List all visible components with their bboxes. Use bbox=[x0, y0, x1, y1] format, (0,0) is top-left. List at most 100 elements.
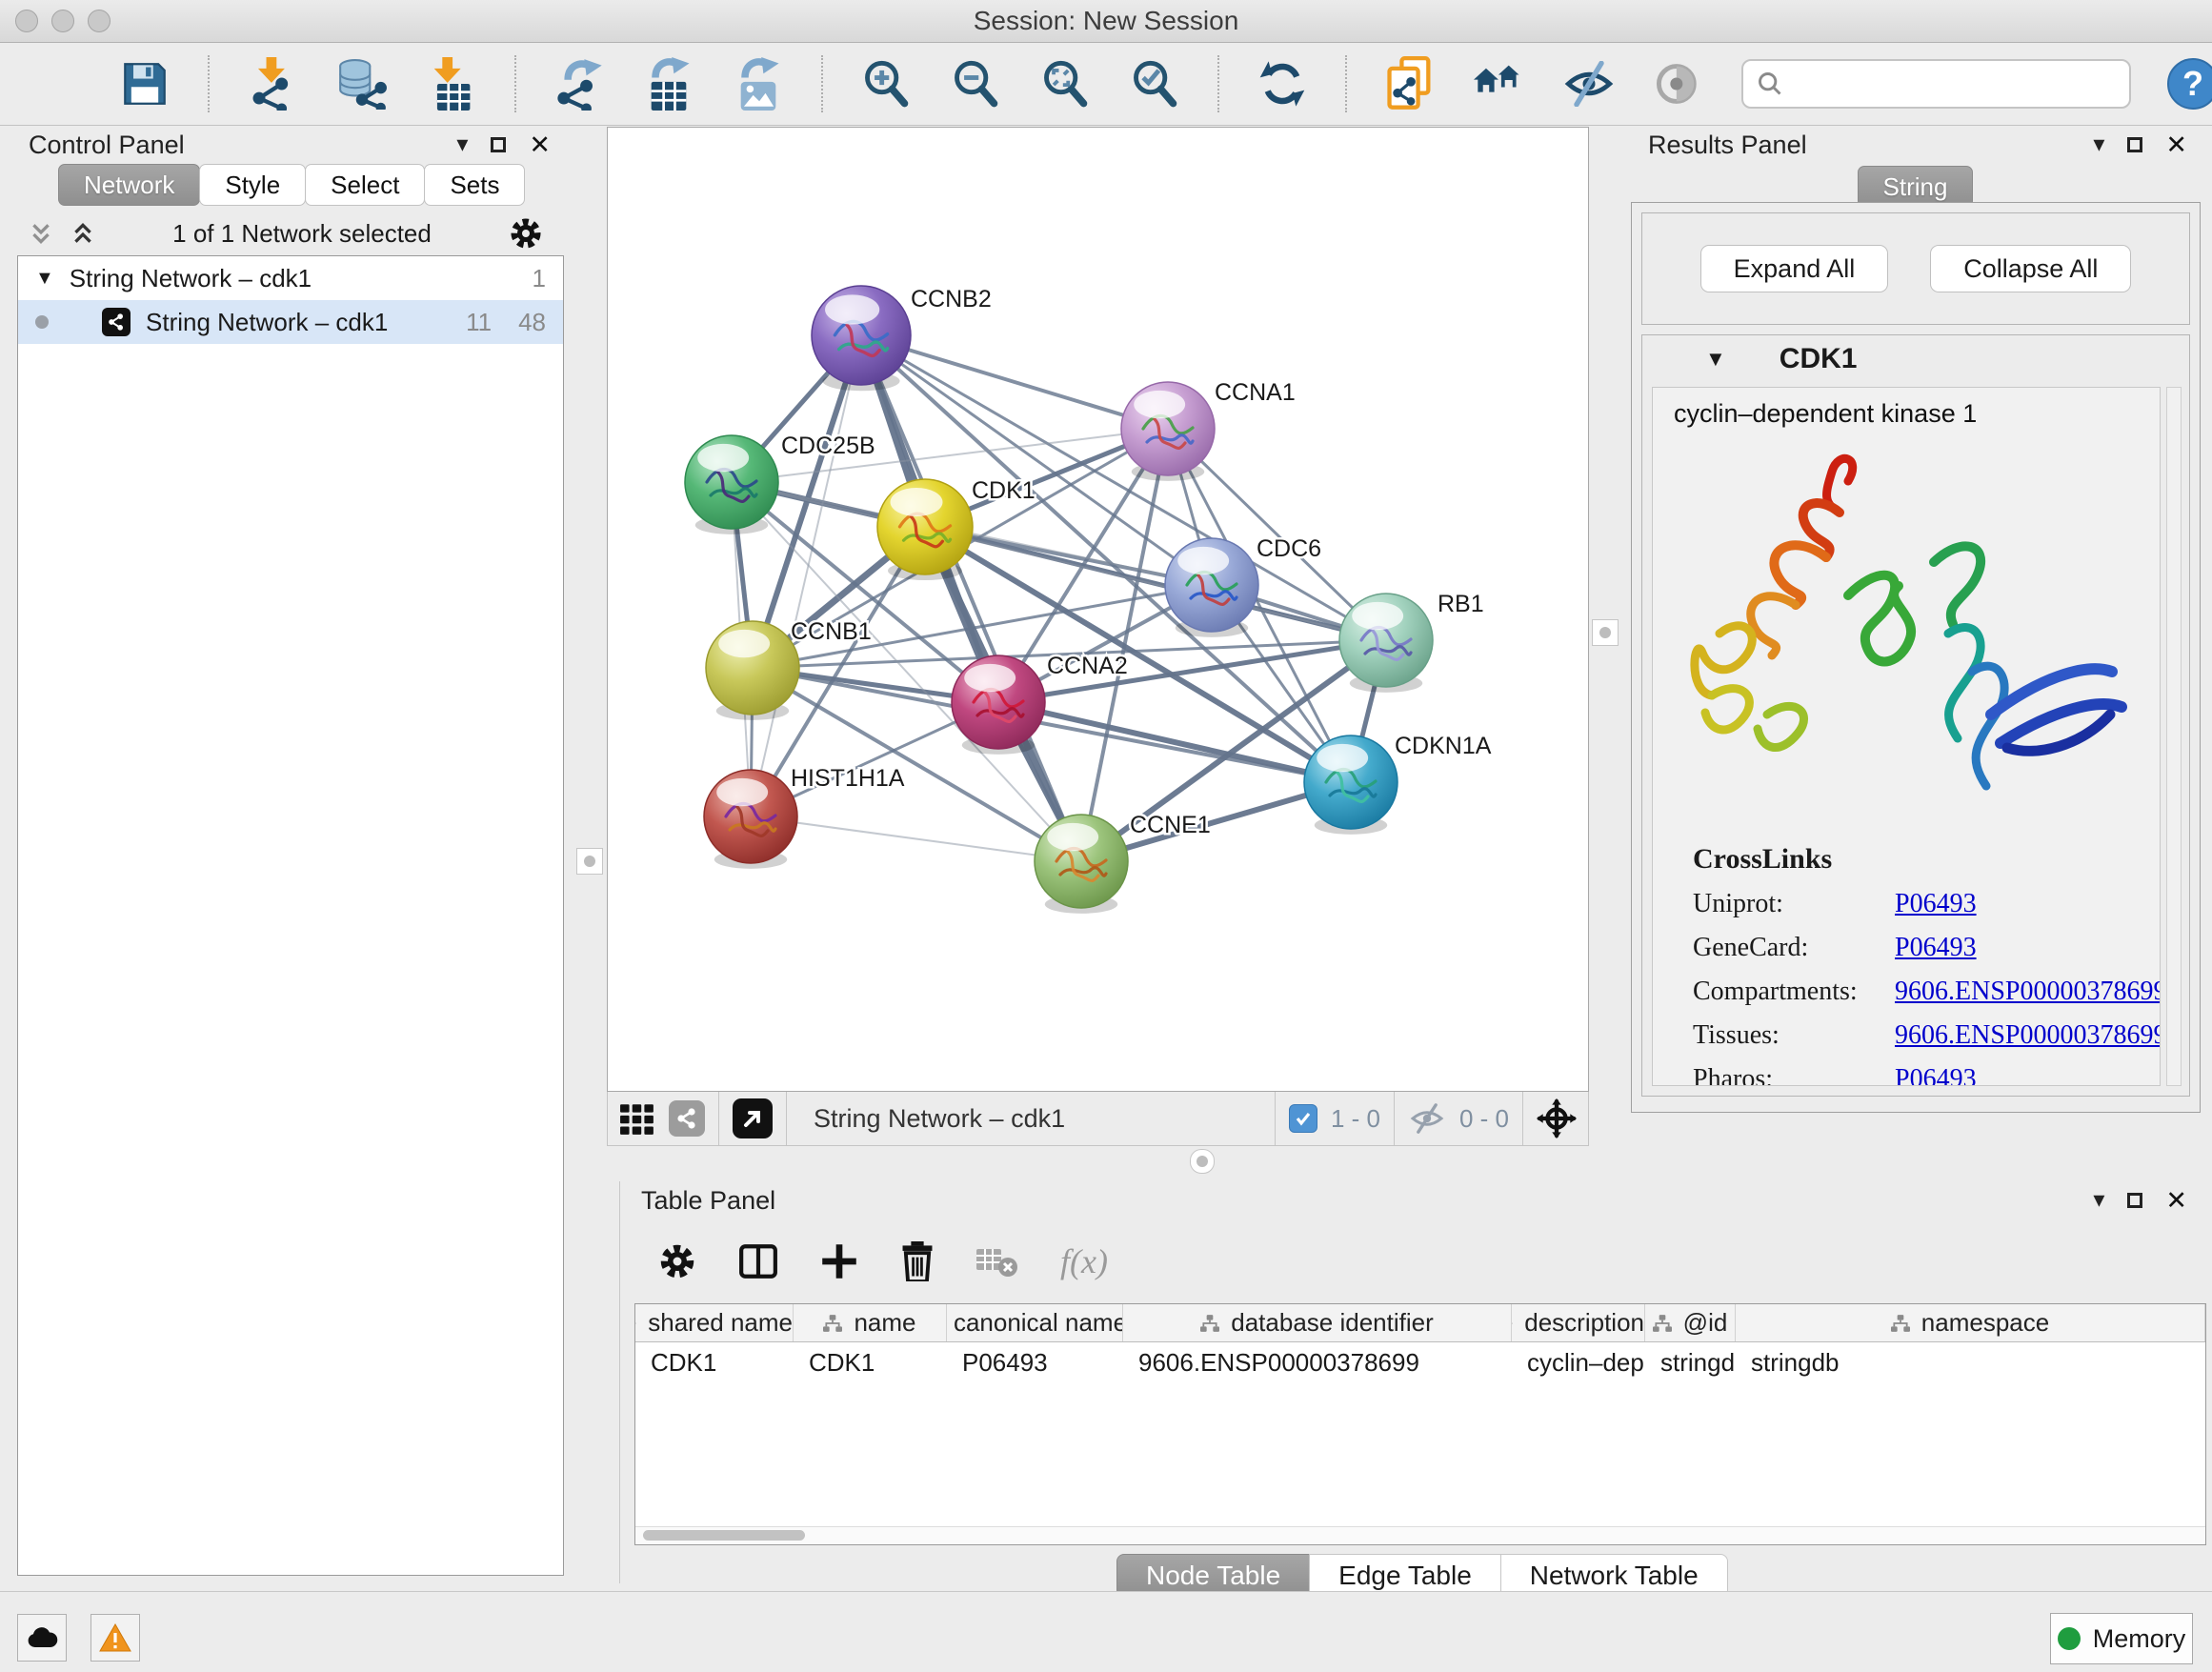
expand-all-networks-icon[interactable] bbox=[70, 221, 95, 246]
panel-float-icon[interactable] bbox=[2127, 137, 2142, 152]
panel-float-icon[interactable] bbox=[491, 137, 506, 152]
network-canvas[interactable]: CCNB2CCNA1CDC25BCDK1CDC6RB1CCNB1CCNA2CDK… bbox=[607, 127, 1589, 1092]
crosslink-row: Compartments:9606.ENSP00000378699 bbox=[1693, 977, 2160, 1007]
window-zoom-icon[interactable] bbox=[88, 10, 111, 32]
panel-close-icon[interactable]: ✕ bbox=[2165, 132, 2187, 158]
new-network-from-selection-button[interactable] bbox=[1383, 55, 1437, 112]
network-node-CDKN1A[interactable]: CDKN1A bbox=[1304, 733, 1492, 835]
search-input[interactable] bbox=[1793, 69, 2116, 100]
warning-status-button[interactable] bbox=[90, 1614, 140, 1662]
results-scrollbar[interactable] bbox=[2166, 387, 2182, 1086]
import-network-database-button[interactable] bbox=[335, 55, 389, 112]
refresh-layout-button[interactable] bbox=[1256, 55, 1309, 112]
window-close-icon[interactable] bbox=[15, 10, 38, 32]
zoom-out-button[interactable] bbox=[949, 55, 1002, 112]
scrollbar-thumb[interactable] bbox=[643, 1530, 805, 1541]
crosslink-link[interactable]: P06493 bbox=[1895, 889, 1977, 919]
expand-all-button[interactable]: Expand All bbox=[1700, 245, 1889, 292]
network-list-toolbar: 1 of 1 Network selected bbox=[0, 213, 572, 253]
panel-menu-icon[interactable]: ▾ bbox=[2093, 133, 2104, 156]
panel-menu-icon[interactable]: ▾ bbox=[2093, 1189, 2104, 1212]
crosslink-link[interactable]: P06493 bbox=[1895, 933, 1977, 963]
export-table-button[interactable] bbox=[642, 55, 695, 112]
pan-crosshair-icon[interactable] bbox=[1537, 1098, 1577, 1138]
collapse-all-button[interactable]: Collapse All bbox=[1930, 245, 2131, 292]
network-node-CCNB1[interactable]: CCNB1 bbox=[706, 618, 872, 720]
network-node-RB1[interactable]: RB1 bbox=[1339, 591, 1484, 693]
import-table-file-button[interactable] bbox=[425, 55, 478, 112]
network-collection-row[interactable]: ▼ String Network – cdk1 1 bbox=[18, 256, 563, 300]
network-node-CDC6[interactable]: CDC6 bbox=[1165, 535, 1321, 637]
network-node-CCNA2[interactable]: CCNA2 bbox=[952, 653, 1128, 755]
panel-close-icon[interactable]: ✕ bbox=[529, 132, 551, 158]
panel-float-icon[interactable] bbox=[2127, 1193, 2142, 1208]
column-header-database-identifier[interactable]: database identifier bbox=[1123, 1304, 1512, 1341]
network-edge-CCNA2-CDKN1A bbox=[998, 702, 1351, 782]
bottom-splitter-handle[interactable] bbox=[1190, 1149, 1215, 1174]
network-graph[interactable]: CCNB2CCNA1CDC25BCDK1CDC6RB1CCNB1CCNA2CDK… bbox=[608, 128, 1588, 1091]
table-horizontal-scrollbar[interactable] bbox=[635, 1526, 2205, 1544]
collection-expand-icon[interactable]: ▼ bbox=[35, 268, 54, 290]
crosslink-label: Compartments: bbox=[1693, 977, 1895, 1007]
panel-close-icon[interactable]: ✕ bbox=[2165, 1188, 2187, 1214]
node-table[interactable]: shared namenamecanonical namedatabase id… bbox=[634, 1303, 2206, 1545]
crosslink-link[interactable]: 9606.ENSP00000378699 bbox=[1895, 977, 2161, 1007]
network-node-CCNA1[interactable]: CCNA1 bbox=[1121, 379, 1296, 481]
select-columns-icon[interactable] bbox=[738, 1243, 778, 1279]
titlebar: Session: New Session bbox=[0, 0, 2212, 43]
export-network-button[interactable] bbox=[553, 55, 606, 112]
grid-view-icon[interactable] bbox=[619, 1100, 655, 1137]
gene-collapse-icon[interactable]: ▼ bbox=[1705, 347, 1726, 372]
memory-button[interactable]: Memory bbox=[2050, 1613, 2193, 1664]
panel-menu-icon[interactable]: ▾ bbox=[456, 133, 468, 156]
network-options-gear-icon[interactable] bbox=[509, 216, 543, 251]
add-column-icon[interactable] bbox=[820, 1242, 858, 1280]
hide-selected-button[interactable] bbox=[1562, 55, 1616, 112]
open-session-button[interactable] bbox=[29, 55, 82, 112]
network-node-CCNE1[interactable]: CCNE1 bbox=[1035, 812, 1211, 914]
network-row[interactable]: String Network – cdk1 11 48 bbox=[18, 300, 563, 344]
right-splitter-handle[interactable] bbox=[1592, 619, 1619, 646]
delete-column-trash-icon[interactable] bbox=[900, 1241, 935, 1281]
table-row[interactable]: CDK1CDK1P064939606.ENSP00000378699cyclin… bbox=[635, 1342, 2205, 1382]
node-label-CDKN1A: CDKN1A bbox=[1395, 733, 1492, 759]
collapse-all-networks-icon[interactable] bbox=[29, 221, 53, 246]
column-header-name[interactable]: name bbox=[794, 1304, 947, 1341]
tab-select[interactable]: Select bbox=[305, 164, 425, 206]
import-network-file-button[interactable] bbox=[246, 55, 299, 112]
crosslinks-title: CrossLinks bbox=[1693, 843, 2160, 876]
selected-nodes-checkbox[interactable] bbox=[1289, 1104, 1317, 1133]
table-toolbar: f(x) bbox=[658, 1231, 1108, 1292]
window-minimize-icon[interactable] bbox=[51, 10, 74, 32]
help-button[interactable]: ? bbox=[2167, 58, 2212, 110]
first-neighbors-button[interactable] bbox=[1473, 55, 1526, 112]
column-header-canonical-name[interactable]: canonical name bbox=[947, 1304, 1123, 1341]
network-node-CCNB2[interactable]: CCNB2 bbox=[812, 286, 992, 391]
left-splitter-handle[interactable] bbox=[576, 848, 603, 875]
crosslink-label: Uniprot: bbox=[1693, 889, 1895, 919]
save-session-button[interactable] bbox=[118, 55, 171, 112]
tab-network[interactable]: Network bbox=[58, 164, 200, 206]
crosslink-link[interactable]: P06493 bbox=[1895, 1064, 1977, 1086]
column-header--id[interactable]: @id bbox=[1645, 1304, 1736, 1341]
global-search[interactable] bbox=[1741, 59, 2131, 109]
column-header-description[interactable]: description bbox=[1512, 1304, 1645, 1341]
tab-style[interactable]: Style bbox=[199, 164, 306, 206]
zoom-in-button[interactable] bbox=[859, 55, 913, 112]
gene-detail-card: ▼ CDK1 cyclin–dependent kinase 1 bbox=[1641, 334, 2190, 1097]
network-node-HIST1H1A[interactable]: HIST1H1A bbox=[704, 765, 905, 869]
network-share-view-icon[interactable] bbox=[669, 1100, 705, 1137]
column-header-namespace[interactable]: namespace bbox=[1736, 1304, 2205, 1341]
cloud-status-button[interactable] bbox=[17, 1614, 67, 1662]
tab-sets[interactable]: Sets bbox=[424, 164, 525, 206]
selected-count: 1 - 0 bbox=[1331, 1104, 1380, 1134]
network-node-CDC25B[interactable]: CDC25B bbox=[685, 433, 875, 534]
table-options-gear-icon[interactable] bbox=[658, 1242, 696, 1280]
zoom-selected-button[interactable] bbox=[1128, 55, 1181, 112]
crosslink-link[interactable]: 9606.ENSP00000378699 bbox=[1895, 1020, 2161, 1051]
detach-view-icon[interactable] bbox=[733, 1098, 773, 1138]
export-image-button[interactable] bbox=[732, 55, 785, 112]
zoom-fit-content-button[interactable] bbox=[1038, 55, 1092, 112]
show-all-button[interactable] bbox=[1652, 55, 1705, 112]
column-header-shared-name[interactable]: shared name bbox=[635, 1304, 794, 1341]
